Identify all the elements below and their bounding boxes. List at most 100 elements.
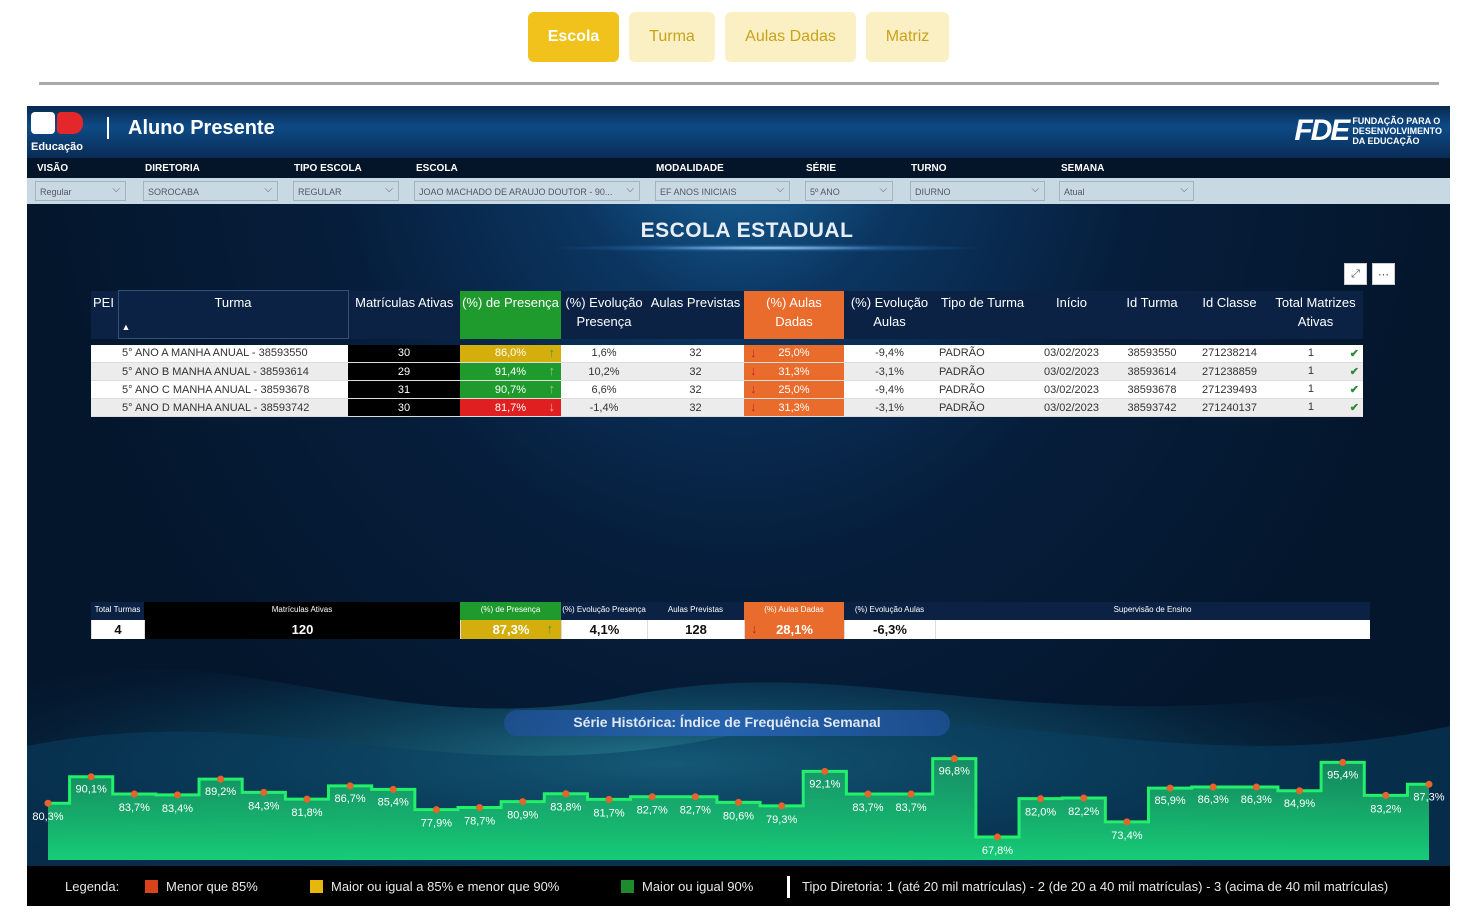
cell-inicio: 03/02/2023 (1030, 380, 1113, 399)
chart-data-label: 86,7% (334, 793, 365, 805)
chart-data-label: 82,7% (680, 805, 711, 817)
cell-id-classe: 271238859 (1191, 362, 1268, 381)
table-row[interactable]: 5° ANO A MANHA ANUAL - 38593550 30 86,0%… (91, 344, 1363, 363)
cell-aulas-previstas: 32 (647, 398, 744, 417)
table-row[interactable]: 5° ANO B MANHA ANUAL - 38593614 29 91,4%… (91, 362, 1363, 381)
chart-point (173, 791, 181, 799)
chart-data-label: 82,0% (1025, 807, 1056, 819)
chart-data-label: 83,4% (162, 803, 193, 815)
cell-evol-presenca: 10,2% (561, 362, 647, 381)
arrow-down-icon: ↓ (750, 381, 757, 396)
chart-data-label: 83,8% (550, 802, 581, 814)
chart-point (907, 790, 915, 798)
check-icon: ✔ (1349, 384, 1359, 396)
header-separator (107, 117, 109, 139)
chart-point (519, 798, 527, 806)
chart-data-label: 92,1% (809, 778, 840, 790)
chart-data-label: 86,3% (1198, 794, 1229, 806)
chart-point (1425, 780, 1433, 788)
chart-data-label: 67,8% (982, 845, 1013, 857)
tab-escola[interactable]: Escola (528, 12, 619, 62)
col-evol-presenca[interactable]: (%) Evolução Presença (561, 290, 647, 339)
cell-turma: 5° ANO A MANHA ANUAL - 38593550 (118, 344, 348, 363)
col-inicio[interactable]: Início (1030, 290, 1113, 339)
check-icon: ✔ (1349, 347, 1359, 360)
chart-point (1123, 818, 1131, 826)
col-total-matrizes[interactable]: Total Matrizes Ativas (1268, 290, 1363, 339)
filter-semana[interactable]: Atual ⌵ (1059, 181, 1194, 201)
cell-evol-aulas: -3,1% (844, 362, 935, 381)
chart-data-label: 84,3% (248, 800, 279, 812)
filter-labels: VISÃO DIRETORIA TIPO ESCOLA ESCOLA MODAL… (27, 158, 1450, 178)
chart-point (778, 802, 786, 810)
cell-id-turma: 38593550 (1113, 344, 1191, 363)
sort-asc-icon[interactable]: ▲ (122, 318, 131, 337)
chart-data-label: 90,1% (76, 784, 107, 796)
sum-head-evol-aulas: (%) Evolução Aulas (844, 602, 935, 620)
dashboard: Educação Aluno Presente FDE FUNDAÇÃO PAR… (27, 106, 1450, 906)
col-aulas-previstas[interactable]: Aulas Previstas (647, 290, 744, 339)
chart-point (1080, 794, 1088, 802)
col-turma[interactable]: Turma ▲ (117, 290, 349, 339)
col-aulas-dadas[interactable]: (%) Aulas Dadas (744, 290, 844, 339)
legend-swatch-green (621, 880, 634, 893)
sum-head-aulas-previstas: Aulas Previstas (647, 602, 744, 620)
sum-supervisao (935, 620, 1370, 639)
filter-label-diretoria: DIRETORIA (145, 163, 200, 174)
chart-point (993, 833, 1001, 841)
legend-item-low: Menor que 85% (145, 879, 258, 894)
cell-aulas-previstas: 32 (647, 380, 744, 399)
table-header-row: PEI Turma ▲ Matrículas Ativas (%) de Pres… (91, 290, 1363, 339)
col-id-turma[interactable]: Id Turma (1113, 290, 1191, 339)
cell-pei (91, 398, 118, 417)
col-pei[interactable]: PEI (91, 290, 118, 339)
chart-data-label: 79,3% (766, 814, 797, 826)
filter-modalidade[interactable]: EF ANOS INICIAIS ⌵ (655, 181, 790, 201)
sum-evol-aulas: -6,3% (844, 620, 935, 639)
col-id-classe[interactable]: Id Classe (1191, 290, 1268, 339)
arrow-up-icon: ↑ (548, 363, 556, 378)
chart-point (821, 767, 829, 775)
cell-aulas-dadas: ↓ 31,3% (744, 398, 844, 417)
chart-data-label: 82,7% (637, 805, 668, 817)
col-tipo-turma[interactable]: Tipo de Turma (935, 290, 1030, 339)
arrow-down-icon: ↓ (548, 399, 556, 414)
cell-pei (91, 380, 118, 399)
col-presenca[interactable]: (%) de Presença (460, 290, 561, 339)
col-matriculas[interactable]: Matrículas Ativas (348, 290, 460, 339)
chart-data-label: 83,7% (896, 802, 927, 814)
chart-data-label: 85,9% (1154, 795, 1185, 807)
filter-diretoria[interactable]: SOROCABA ⌵ (143, 181, 278, 201)
chart-point (87, 773, 95, 781)
chart-point (346, 782, 354, 790)
legend-item-high: Maior ou igual 90% (621, 879, 753, 894)
cell-total-matrizes: 1 ✔ (1268, 380, 1363, 399)
more-options-icon[interactable]: ⋯ (1372, 263, 1395, 285)
col-evol-aulas[interactable]: (%) Evolução Aulas (844, 290, 935, 339)
legend-divider (787, 876, 790, 898)
table-row[interactable]: 5° ANO D MANHA ANUAL - 38593742 30 81,7%… (91, 398, 1363, 417)
filter-visao[interactable]: Regular ⌵ (35, 181, 126, 201)
chart-point (735, 798, 742, 806)
dashboard-header: Educação Aluno Presente FDE FUNDAÇÃO PAR… (27, 106, 1450, 158)
cell-id-turma: 38593678 (1113, 380, 1191, 399)
table-row[interactable]: 5° ANO C MANHA ANUAL - 38593678 31 90,7%… (91, 380, 1363, 399)
sum-presenca: 87,3% ↑ (460, 620, 561, 639)
chart-data-label: 95,4% (1327, 769, 1358, 781)
cell-id-classe: 271239493 (1191, 380, 1268, 399)
tab-aulas-dadas[interactable]: Aulas Dadas (725, 12, 856, 62)
tab-turma[interactable]: Turma (629, 12, 715, 62)
cell-tipo-turma: PADRÃO (935, 398, 1030, 417)
filter-tipo-escola[interactable]: REGULAR ⌵ (293, 181, 399, 201)
filter-escola[interactable]: JOAO MACHADO DE ARAUJO DOUTOR - 90... ⌵ (414, 181, 640, 201)
focus-mode-icon[interactable]: ⤢ (1344, 263, 1367, 285)
tab-matriz[interactable]: Matriz (866, 12, 949, 62)
filter-label-escola: ESCOLA (416, 163, 458, 174)
filter-serie[interactable]: 5º ANO ⌵ (805, 181, 893, 201)
cell-id-classe: 271238214 (1191, 344, 1268, 363)
chart-point (1209, 783, 1217, 791)
cell-aulas-dadas: ↓ 31,3% (744, 362, 844, 381)
cell-tipo-turma: PADRÃO (935, 380, 1030, 399)
sum-aulas-dadas: ↓ 28,1% (744, 620, 844, 639)
filter-turno[interactable]: DIURNO ⌵ (910, 181, 1045, 201)
